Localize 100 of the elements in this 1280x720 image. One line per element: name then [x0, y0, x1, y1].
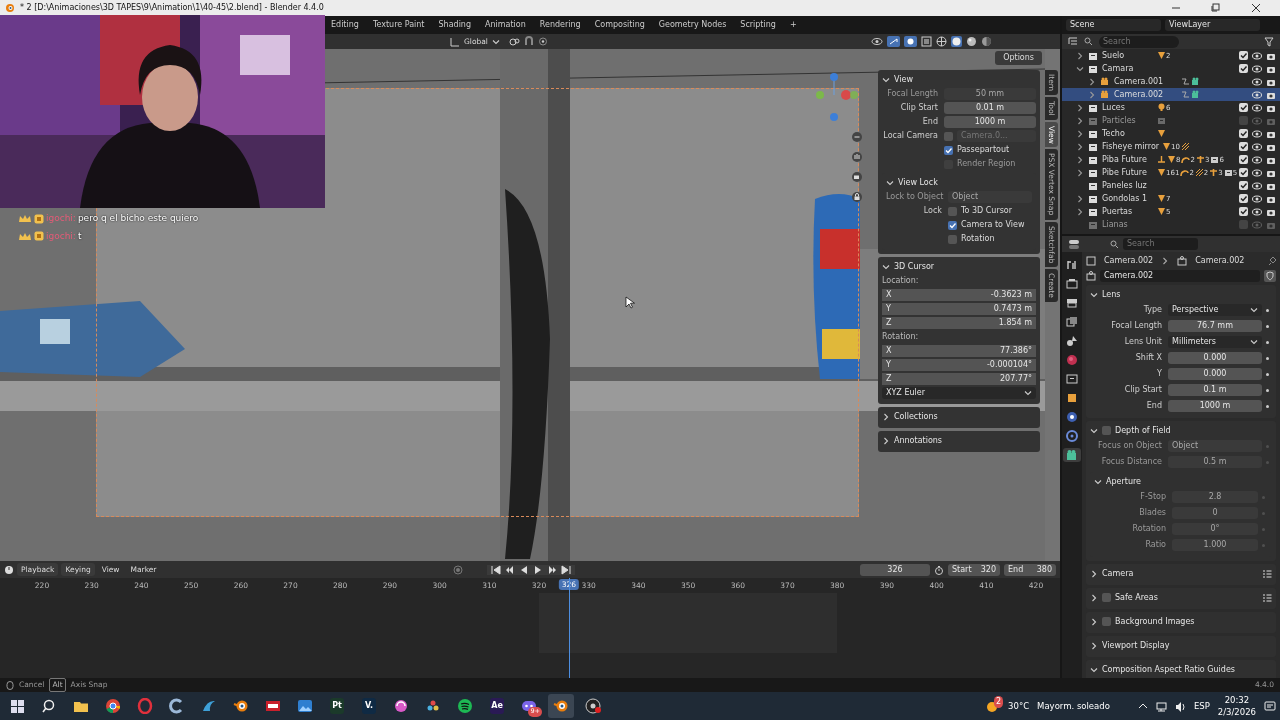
keyframe-dot[interactable] — [1265, 404, 1269, 408]
outliner-item[interactable]: Paneles luz — [1102, 179, 1154, 192]
checkbox[interactable] — [1102, 593, 1111, 602]
chevron-icon[interactable] — [882, 75, 890, 84]
outliner-item[interactable]: Suelo — [1102, 49, 1154, 62]
next-keyframe-icon[interactable] — [547, 564, 558, 575]
outliner-item[interactable]: Camara — [1102, 62, 1154, 75]
wireframe-shading-icon[interactable] — [935, 36, 947, 47]
lock-icon[interactable] — [851, 191, 863, 203]
dropdown[interactable]: Perspective — [1168, 304, 1262, 316]
checkbox[interactable] — [948, 206, 957, 216]
xray-icon[interactable] — [920, 36, 932, 47]
start-frame-field[interactable]: Start 320 — [948, 563, 1000, 576]
keyframe-dot[interactable] — [1265, 308, 1269, 312]
keyframe-dot[interactable] — [1265, 372, 1269, 376]
chevron-icon[interactable] — [1076, 194, 1084, 203]
properties-tab[interactable] — [1063, 448, 1081, 462]
eye-icon[interactable] — [1252, 128, 1262, 139]
number-field[interactable]: 1000 m — [1168, 400, 1262, 412]
chevron-icon[interactable] — [1088, 77, 1096, 86]
rendered-shading-icon[interactable] — [980, 36, 992, 47]
eye-icon[interactable] — [1252, 89, 1262, 100]
solid-shading-icon[interactable] — [950, 36, 962, 47]
chevron-icon[interactable] — [1094, 477, 1102, 486]
vector-field[interactable]: Z 1.854 m — [882, 317, 1036, 329]
camera-icon[interactable] — [851, 171, 863, 183]
exclude-checkbox[interactable] — [1239, 155, 1248, 164]
eye-icon[interactable] — [1252, 180, 1262, 191]
stopwatch-icon[interactable] — [934, 564, 944, 575]
chevron-icon[interactable] — [1076, 129, 1084, 138]
outliner-item[interactable]: Camera.002 — [1114, 88, 1178, 101]
list-icon[interactable] — [1262, 593, 1272, 602]
visibility-icon[interactable] — [870, 36, 883, 47]
material-shading-icon[interactable] — [965, 36, 977, 47]
keyframe-dot[interactable] — [1265, 356, 1269, 360]
checkbox[interactable] — [1102, 617, 1111, 626]
panel-title[interactable]: View — [894, 73, 913, 86]
chevron-icon[interactable] — [1076, 64, 1084, 73]
exclude-checkbox[interactable] — [1239, 64, 1248, 73]
eye-icon[interactable] — [1252, 154, 1262, 165]
keyframe-dot[interactable] — [1265, 388, 1269, 392]
jump-end-icon[interactable] — [561, 564, 572, 575]
jump-start-icon[interactable] — [491, 564, 502, 575]
end-frame-field[interactable]: End 380 — [1004, 563, 1056, 576]
overlay-toggle-icon[interactable] — [903, 36, 917, 47]
pin-icon[interactable] — [1266, 256, 1276, 266]
number-field[interactable]: 0.000 — [1168, 368, 1262, 380]
chevron-icon[interactable] — [1090, 593, 1098, 602]
vector-field[interactable]: X 77.386° — [882, 345, 1036, 357]
restore-icon[interactable] — [1210, 2, 1222, 14]
exclude-checkbox[interactable] — [1239, 168, 1248, 177]
editor-type-icon[interactable] — [1068, 238, 1080, 250]
checkbox[interactable] — [944, 131, 953, 141]
play-reverse-icon[interactable] — [519, 564, 530, 575]
outliner-row[interactable]: Camera.002 — [1062, 88, 1280, 101]
eye-icon[interactable] — [1252, 193, 1262, 204]
number-field[interactable]: 76.7 mm — [1168, 320, 1262, 332]
notifications-icon[interactable] — [1264, 700, 1276, 712]
panel-title[interactable]: Safe Areas — [1115, 591, 1158, 604]
camera-data-icon[interactable] — [1086, 271, 1096, 281]
number-field[interactable]: 0.1 m — [1168, 384, 1262, 396]
checkbox[interactable] — [948, 234, 957, 244]
chevron-icon[interactable] — [1090, 617, 1098, 626]
chevron-up-icon[interactable] — [1137, 702, 1148, 710]
datablock-name-field[interactable]: Camera.002 — [1100, 270, 1260, 282]
panel-title[interactable]: 3D Cursor — [894, 260, 935, 273]
record-icon[interactable] — [453, 564, 464, 575]
chevron-icon[interactable] — [882, 436, 890, 445]
chevron-icon[interactable] — [1076, 155, 1084, 164]
vector-field[interactable]: Y 0.7473 m — [882, 303, 1036, 315]
chevron-icon[interactable] — [1090, 641, 1098, 650]
network-icon[interactable] — [1155, 700, 1167, 712]
panel-title[interactable]: Annotations — [894, 434, 943, 447]
exclude-checkbox[interactable] — [1239, 142, 1248, 151]
chevron-icon[interactable] — [1076, 207, 1084, 216]
dropdown[interactable]: XYZ Euler — [882, 387, 1036, 399]
outliner-item[interactable]: Camera.001 — [1114, 75, 1178, 88]
properties-tab[interactable] — [1063, 277, 1081, 291]
eye-icon[interactable] — [1252, 76, 1262, 87]
properties-tab[interactable] — [1063, 372, 1081, 386]
outliner-item[interactable]: Pibe Future — [1102, 166, 1154, 179]
list-icon[interactable] — [1262, 569, 1272, 578]
add-workspace-button[interactable]: + — [783, 18, 803, 32]
workspace-tab[interactable]: Compositing — [588, 18, 651, 32]
filter-icon[interactable] — [1264, 36, 1274, 47]
taskbar-app[interactable]: V. — [356, 694, 382, 718]
panel-title[interactable]: Aperture — [1106, 475, 1141, 488]
chevron-icon[interactable] — [1090, 569, 1098, 578]
keyframe-dot[interactable] — [1265, 340, 1269, 344]
chevron-icon[interactable] — [1076, 103, 1084, 112]
workspace-tab[interactable]: Texture Paint — [366, 18, 431, 32]
chevron-icon[interactable] — [1090, 426, 1098, 435]
exclude-checkbox[interactable] — [1239, 51, 1248, 60]
taskbar-app[interactable]: Pt — [324, 694, 350, 718]
eye-icon[interactable] — [1252, 167, 1262, 178]
panel-title[interactable]: Camera — [1102, 567, 1134, 580]
outliner-item[interactable]: Puertas — [1102, 205, 1154, 218]
outliner-row[interactable]: Techo — [1062, 127, 1280, 140]
fake-user-icon[interactable] — [1264, 270, 1276, 282]
hand-icon[interactable] — [851, 151, 863, 163]
